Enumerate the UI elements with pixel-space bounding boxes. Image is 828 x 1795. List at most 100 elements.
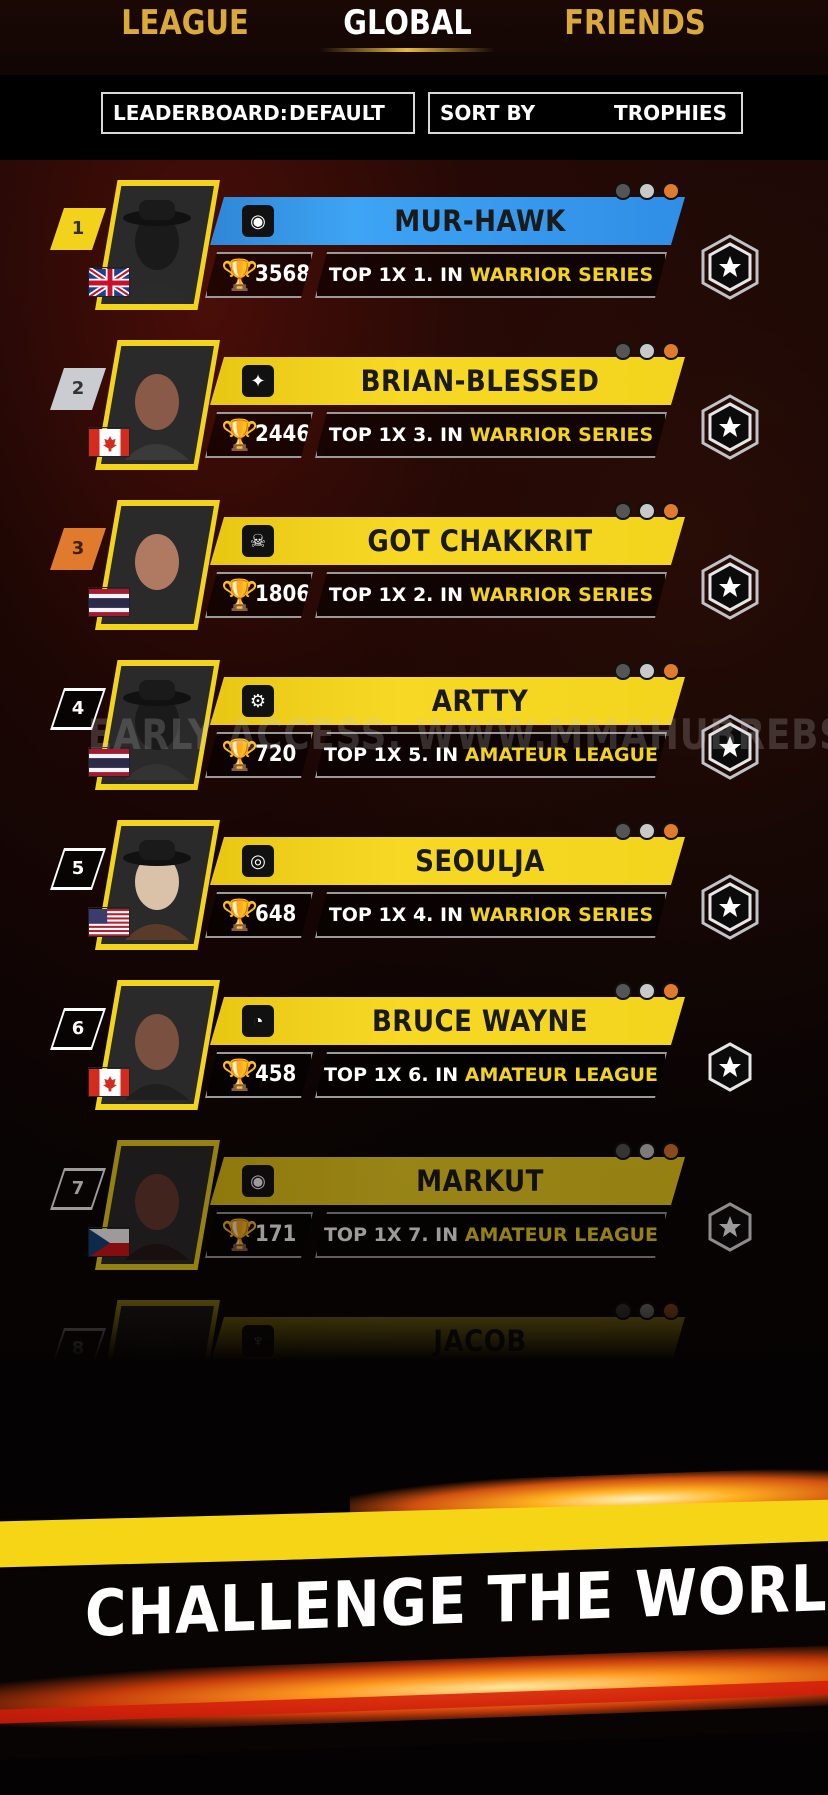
ranking-info: TOP 1X 3. IN WARRIOR SERIES [315, 412, 667, 458]
ranking-info: TOP 1X 6. IN AMATEUR LEAGUE [315, 1052, 667, 1098]
player-name: MARKUT [416, 1164, 544, 1198]
status-dots [614, 822, 686, 842]
trophy-count: 1806 [255, 582, 311, 607]
ranking-prefix: TOP 1X 4. IN [328, 904, 463, 926]
leaderboard-row[interactable]: 1 ◉ MUR-HAWK 🏆 3568 TOP 1X 1. IN WARRIOR SERI… [0, 172, 828, 312]
ranking-info: TOP 1X 1. IN WARRIOR SERIES [315, 252, 667, 298]
status-dot-icon [662, 182, 680, 200]
trophy-count: 2446 [255, 422, 311, 447]
status-dots [614, 182, 686, 202]
trophy-box: 🏆 648 [205, 892, 313, 938]
clan-ring-icon: ◎ [242, 845, 274, 877]
trophy-icon: 🏆 [221, 1059, 259, 1092]
status-dot-icon [614, 342, 632, 360]
status-dot-icon [662, 822, 680, 840]
leaderboard-selector[interactable]: LEADERBOARD: DEFAULT [101, 92, 415, 134]
filter-bar: LEADERBOARD: DEFAULT SORT BY TROPHIES [0, 75, 828, 160]
clan-fox-icon: ✦ [242, 365, 274, 397]
sort-selector[interactable]: SORT BY TROPHIES [428, 92, 743, 134]
trophy-box: 🏆 2446 [205, 412, 313, 458]
watermark-text: EARLY ACCESS: WWW.MMAHUBREBS [87, 710, 828, 759]
league-name: WARRIOR SERIES [469, 904, 654, 926]
trophy-box: 🏆 171 [205, 1212, 313, 1258]
ranking-prefix: TOP 1X 6. IN [323, 1064, 459, 1086]
status-dot-icon [638, 1142, 656, 1160]
leaderboard-label: LEADERBOARD: [113, 101, 288, 125]
country-flag-uk [88, 267, 130, 297]
league-name: AMATEUR LEAGUE [464, 1224, 659, 1246]
name-bar: ☠ GOT CHAKKRIT [210, 517, 685, 565]
status-dot-icon [638, 982, 656, 1000]
status-dot-icon [614, 1142, 632, 1160]
ranking-info: TOP 1X 7. IN AMATEUR LEAGUE [315, 1212, 667, 1258]
status-dot-icon [662, 1142, 680, 1160]
ranking-prefix: TOP 1X 1. IN [328, 264, 463, 286]
country-flag-canada [88, 1067, 130, 1097]
trophy-box: 🏆 3568 [205, 252, 313, 298]
league-name: WARRIOR SERIES [469, 264, 654, 286]
active-tab-indicator [320, 48, 495, 52]
ranking-info: TOP 1X 4. IN WARRIOR SERIES [315, 892, 667, 938]
leaderboard-value: DEFAULT [289, 101, 385, 125]
tab-bar: LEAGUE GLOBAL FRIENDS [0, 0, 828, 75]
list-fade [0, 1290, 828, 1360]
player-name: BRIAN-BLESSED [360, 364, 600, 398]
trophy-icon: 🏆 [221, 1219, 259, 1252]
status-dot-icon [638, 342, 656, 360]
leaderboard-row[interactable]: 6 ◔ BRUCE WAYNE 🏆 458 TOP 1X 6. IN AMATEUR LE… [0, 972, 828, 1112]
ranking-prefix: TOP 1X 3. IN [328, 424, 463, 446]
clan-mask-icon: ◉ [242, 205, 274, 237]
trophy-icon: 🏆 [221, 419, 259, 452]
status-dot-icon [614, 662, 632, 680]
sort-label: SORT BY [440, 101, 536, 125]
trophy-count: 648 [255, 902, 297, 927]
status-dot-icon [662, 982, 680, 1000]
trophy-count: 3568 [255, 262, 311, 287]
sort-value: TROPHIES [614, 101, 727, 125]
status-dot-icon [614, 182, 632, 200]
player-name: SEOULJA [415, 844, 545, 878]
promo-banner: CHALLENGE THE WORLD [0, 1360, 828, 1795]
trophy-box: 🏆 458 [205, 1052, 313, 1098]
tab-league[interactable]: LEAGUE [96, 0, 275, 50]
status-dot-icon [638, 662, 656, 680]
challenge-star-icon[interactable] [695, 1032, 765, 1102]
ranking-info: TOP 1X 2. IN WARRIOR SERIES [315, 572, 667, 618]
player-name: BRUCE WAYNE [371, 1004, 589, 1038]
challenge-star-icon[interactable] [695, 232, 765, 302]
status-dots [614, 342, 686, 362]
ranking-prefix: TOP 1X 7. IN [323, 1224, 459, 1246]
leaderboard-row[interactable]: 5 ◎ SEOULJA 🏆 648 TOP 1X 4. IN WARRIOR SERIES [0, 812, 828, 952]
country-flag-czech [88, 1227, 130, 1257]
challenge-star-icon[interactable] [695, 392, 765, 462]
leaderboard-row[interactable]: 2 ✦ BRIAN-BLESSED 🏆 2446 TOP 1X 3. IN WARRIOR… [0, 332, 828, 472]
name-bar: ✦ BRIAN-BLESSED [210, 357, 685, 405]
status-dots [614, 982, 686, 1002]
name-bar: ◉ MARKUT [210, 1157, 685, 1205]
tab-global[interactable]: GLOBAL [316, 0, 499, 50]
status-dot-icon [614, 822, 632, 840]
trophy-box: 🏆 1806 [205, 572, 313, 618]
player-name: MUR-HAWK [394, 204, 566, 238]
league-name: WARRIOR SERIES [469, 584, 654, 606]
challenge-star-icon[interactable] [695, 872, 765, 942]
status-dot-icon [662, 662, 680, 680]
clan-gauge-icon: ◔ [242, 1005, 274, 1037]
tab-friends[interactable]: FRIENDS [537, 0, 733, 50]
trophy-icon: 🏆 [221, 899, 259, 932]
challenge-star-icon[interactable] [695, 552, 765, 622]
trophy-icon: 🏆 [221, 259, 259, 292]
status-dot-icon [614, 982, 632, 1000]
status-dot-icon [638, 182, 656, 200]
status-dot-icon [662, 502, 680, 520]
trophy-count: 458 [255, 1062, 297, 1087]
status-dots [614, 662, 686, 682]
name-bar: ◎ SEOULJA [210, 837, 685, 885]
country-flag-canada [88, 427, 130, 457]
status-dot-icon [614, 502, 632, 520]
leaderboard-row[interactable]: 3 ☠ GOT CHAKKRIT 🏆 1806 TOP 1X 2. IN WARRIOR … [0, 492, 828, 632]
league-name: WARRIOR SERIES [469, 424, 654, 446]
challenge-star-icon[interactable] [695, 1192, 765, 1262]
leaderboard-row[interactable]: 7 ◉ MARKUT 🏆 171 TOP 1X 7. IN AMATEUR LEAGUE [0, 1132, 828, 1272]
status-dot-icon [638, 502, 656, 520]
